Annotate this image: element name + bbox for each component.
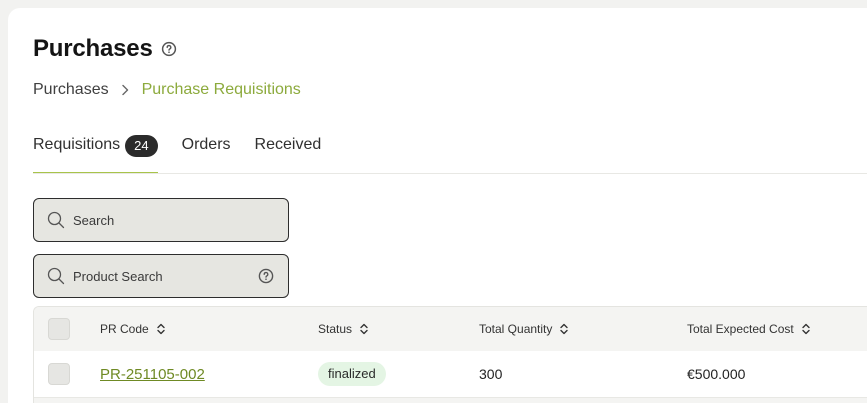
column-label: Total Quantity	[479, 322, 553, 336]
breadcrumb-current: Purchase Requisitions	[141, 81, 301, 98]
search-input[interactable]	[73, 212, 243, 228]
status-cell: finalized	[318, 362, 386, 386]
page-title: Purchases	[33, 35, 153, 62]
sort-icon	[559, 323, 569, 335]
table-header: PR Code Status Total Quantity Total Expe…	[34, 307, 867, 351]
product-search-field[interactable]	[33, 254, 289, 298]
select-all-checkbox[interactable]	[48, 318, 70, 340]
page-header: Purchases	[33, 35, 177, 63]
tab-label: Requisitions	[33, 136, 121, 153]
tab-bar: Requisitions 24 Orders Received	[33, 135, 322, 174]
tab-orders[interactable]: Orders	[182, 136, 231, 174]
help-circle-icon[interactable]	[161, 41, 177, 57]
column-label: Total Expected Cost	[687, 322, 794, 336]
breadcrumb-root-link[interactable]: Purchases	[33, 81, 109, 99]
total-expected-cost-cell: €500.000	[687, 366, 746, 382]
main-card: Purchases Purchases Purchase Requisition…	[8, 8, 867, 403]
product-search-input[interactable]	[73, 268, 243, 284]
pr-code-link[interactable]: PR-251105-002	[100, 366, 205, 383]
column-header-total-quantity[interactable]: Total Quantity	[479, 322, 569, 336]
row-checkbox[interactable]	[48, 363, 70, 385]
help-circle-icon[interactable]	[258, 268, 274, 284]
column-header-status[interactable]: Status	[318, 322, 369, 336]
sort-icon	[359, 323, 369, 335]
search-icon	[47, 211, 65, 229]
tab-label: Orders	[181, 136, 231, 153]
search-field[interactable]	[33, 198, 289, 242]
table-row[interactable]: PR-251105-002 finalized 300 €500.000	[34, 351, 867, 397]
pr-code-cell: PR-251105-002	[100, 366, 205, 383]
chevron-right-icon	[120, 83, 130, 97]
table-row-partial	[34, 397, 867, 403]
search-icon	[47, 267, 65, 285]
sort-icon	[801, 323, 811, 335]
tab-received[interactable]: Received	[255, 136, 322, 174]
tab-label: Received	[254, 136, 322, 153]
requisitions-table: PR Code Status Total Quantity Total Expe…	[33, 306, 867, 403]
column-header-total-expected-cost[interactable]: Total Expected Cost	[687, 322, 811, 336]
column-header-pr-code[interactable]: PR Code	[100, 322, 166, 336]
tab-count-badge: 24	[125, 135, 158, 157]
column-label: Status	[318, 322, 353, 336]
breadcrumb: Purchases Purchase Requisitions	[33, 81, 301, 99]
sort-icon	[156, 323, 166, 335]
column-label: PR Code	[100, 322, 149, 336]
tab-requisitions[interactable]: Requisitions 24	[33, 135, 158, 174]
tabs-divider	[33, 173, 867, 174]
total-quantity-cell: 300	[479, 366, 503, 382]
status-badge: finalized	[318, 362, 386, 386]
